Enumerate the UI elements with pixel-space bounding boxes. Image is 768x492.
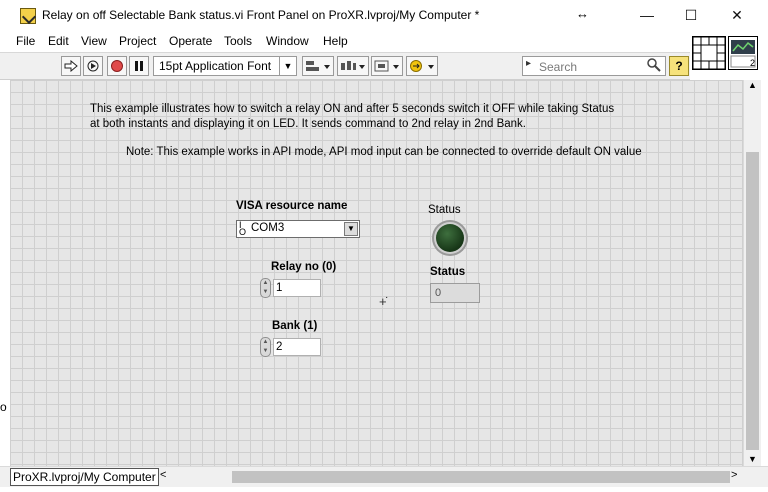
menu-edit[interactable]: Edit: [48, 34, 69, 48]
menu-window[interactable]: Window: [266, 34, 309, 48]
increment-decrement-arrows-icon[interactable]: ▲ ▼: [260, 337, 271, 357]
chevron-down-icon: ▼: [279, 57, 296, 75]
labview-front-panel-window: Relay on off Selectable Bank status.vi F…: [0, 0, 768, 492]
distribute-objects-icon[interactable]: [337, 56, 369, 76]
vi-icon-number: 2: [749, 58, 755, 68]
vertical-scrollbar[interactable]: ▲ ▼: [743, 80, 761, 466]
status-led-label: Status: [428, 204, 461, 216]
vi-icon[interactable]: 2: [728, 36, 758, 70]
led-lamp-icon: [436, 224, 464, 252]
resize-objects-icon[interactable]: [371, 56, 403, 76]
vertical-scroll-thumb[interactable]: [746, 152, 759, 450]
horizontal-scroll-thumb[interactable]: [232, 471, 730, 483]
scroll-right-icon[interactable]: >: [731, 469, 737, 481]
visa-resource-control[interactable]: IO COM3 ▼: [236, 220, 360, 238]
front-panel-canvas[interactable]: [10, 80, 743, 466]
pause-icon[interactable]: [129, 56, 149, 76]
abort-icon[interactable]: [107, 56, 127, 76]
status-numeric-indicator: 0: [430, 283, 480, 303]
search-scope-icon: ▸: [526, 58, 532, 69]
scroll-up-icon[interactable]: ▲: [748, 80, 757, 90]
connector-pane-icon[interactable]: [692, 36, 726, 70]
menu-view[interactable]: View: [81, 34, 107, 48]
chevron-down-icon[interactable]: ▼: [344, 222, 358, 236]
title-bar: Relay on off Selectable Bank status.vi F…: [0, 0, 768, 30]
menu-tools[interactable]: Tools: [224, 34, 252, 48]
status-led-indicator: [432, 220, 468, 256]
search-input[interactable]: ▸ Search: [522, 56, 666, 76]
resize-arrows-icon: ↔: [576, 6, 589, 21]
font-dropdown[interactable]: 15pt Application Font ▼: [153, 56, 297, 76]
scroll-left-icon[interactable]: <: [160, 469, 166, 481]
window-title: Relay on off Selectable Bank status.vi F…: [42, 8, 480, 22]
toolbar: 15pt Application Font ▼ ▸ Search ?: [0, 52, 690, 80]
status-bar: ProXR.lvproj/My Computer < >: [0, 466, 768, 487]
font-dropdown-value: 15pt Application Font: [159, 59, 272, 73]
search-icon[interactable]: [646, 57, 662, 76]
bank-field[interactable]: 2: [273, 338, 321, 356]
visa-resource-label: VISA resource name: [236, 200, 348, 212]
relay-no-label: Relay no (0): [271, 261, 337, 273]
close-button[interactable]: ✕: [714, 0, 760, 30]
description-line-2: at both instants and displaying it on LE…: [90, 118, 526, 130]
project-path-label[interactable]: ProXR.lvproj/My Computer: [10, 468, 159, 486]
menu-file[interactable]: File: [16, 34, 35, 48]
description-line-1: This example illustrates how to switch a…: [90, 103, 615, 115]
menu-bar: File Edit View Project Operate Tools Win…: [0, 30, 690, 52]
maximize-button[interactable]: ☐: [668, 0, 714, 30]
run-continuously-icon[interactable]: [83, 56, 103, 76]
context-help-button[interactable]: ?: [669, 56, 689, 76]
scroll-down-icon[interactable]: ▼: [748, 454, 757, 464]
api-mode-note: Note: This example works in API mode, AP…: [126, 146, 642, 158]
menu-project[interactable]: Project: [119, 34, 156, 48]
stray-text: o: [0, 400, 7, 414]
increment-decrement-arrows-icon[interactable]: ▲ ▼: [260, 278, 271, 298]
align-objects-icon[interactable]: [302, 56, 334, 76]
bank-label: Bank (1): [272, 320, 318, 332]
reorder-icon[interactable]: [406, 56, 438, 76]
visa-io-icon: IO: [239, 220, 247, 237]
run-arrow-icon[interactable]: [61, 56, 81, 76]
minimize-button[interactable]: —: [624, 0, 670, 30]
search-placeholder: Search: [539, 60, 578, 74]
relay-no-field[interactable]: 1: [273, 279, 321, 297]
menu-help[interactable]: Help: [323, 34, 348, 48]
labview-vi-icon: [20, 8, 36, 24]
menu-operate[interactable]: Operate: [169, 34, 212, 48]
crosshair-cursor-icon: +̇: [379, 294, 387, 309]
status-indicator-label: Status: [430, 266, 466, 278]
visa-resource-value: COM3: [251, 222, 285, 234]
